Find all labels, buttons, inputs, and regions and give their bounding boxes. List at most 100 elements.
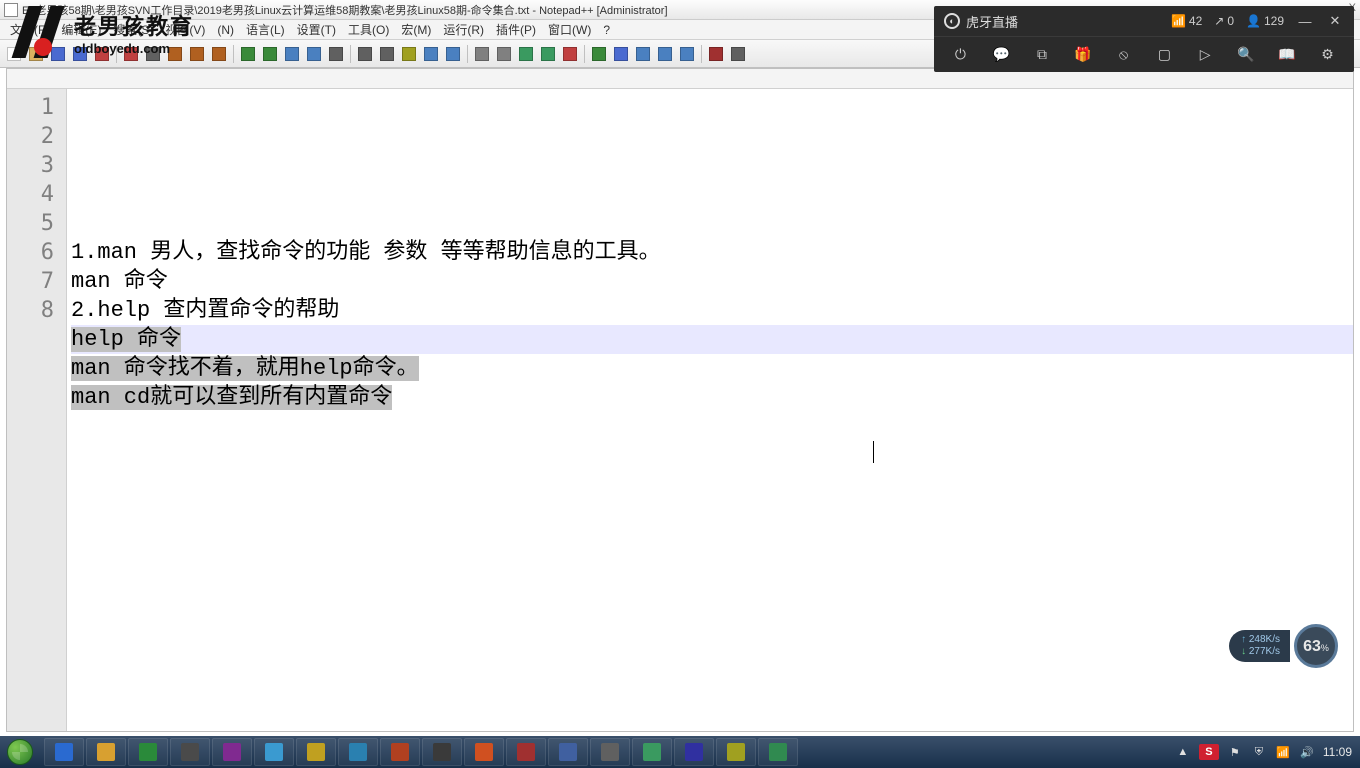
replace-icon[interactable] [304,44,324,64]
zoom-out-icon[interactable] [355,44,375,64]
menu-language[interactable]: 语言(L) [240,19,291,40]
taskbar-app-4[interactable] [212,738,252,766]
taskbar-app-10[interactable] [464,738,504,766]
taskbar-app-2[interactable] [128,738,168,766]
power-icon[interactable]: ⏻ [949,44,971,66]
screen-icon[interactable]: ⧉ [1031,44,1053,66]
menu-search[interactable]: 搜索(S) [107,19,159,40]
close-icon[interactable] [92,44,112,64]
code-line[interactable] [71,180,1353,209]
uncomment-icon[interactable] [538,44,558,64]
play-icon[interactable]: ▷ [1194,44,1216,66]
tray-shield-icon[interactable]: ⛨ [1251,744,1267,760]
code-line[interactable]: 2.help 查内置命令的帮助 [71,296,1353,325]
paste-icon[interactable] [209,44,229,64]
code-line[interactable]: man 命令 [71,267,1353,296]
stream-minimize-button[interactable]: — [1296,12,1314,30]
menu-tools[interactable]: 工具(O) [342,19,395,40]
taskbar-app-6[interactable] [296,738,336,766]
sogou-ime-icon[interactable]: S [1199,744,1219,760]
menu-encoding[interactable]: (N) [211,21,240,39]
taskbar-app-16[interactable] [716,738,756,766]
taskbar-app-8[interactable] [380,738,420,766]
menu-plugins[interactable]: 插件(P) [490,19,542,40]
stream-stats: 📶 42 ↗ 0 👤 129 — ✕ [1171,12,1344,30]
menu-edit[interactable]: 编辑(E) [55,19,107,40]
window-icon[interactable]: ▢ [1153,44,1175,66]
outdent-icon[interactable] [443,44,463,64]
bookmark-icon[interactable] [633,44,653,64]
taskbar-app-9[interactable] [422,738,462,766]
play-macro-icon[interactable] [589,44,609,64]
show-all-icon[interactable] [399,44,419,64]
settings-icon[interactable]: ⚙ [1317,44,1339,66]
save-icon[interactable] [48,44,68,64]
redo-icon[interactable] [260,44,280,64]
taskbar-app-0[interactable] [44,738,84,766]
taskbar-clock[interactable]: 11:09 [1323,745,1352,759]
menu-window[interactable]: 窗口(W) [542,19,597,40]
next-bm-icon[interactable] [655,44,675,64]
stat-signal: 📶 42 [1171,14,1202,28]
save-all-icon[interactable] [70,44,90,64]
stream-close-button[interactable]: ✕ [1326,12,1344,30]
line-number: 8 [7,296,54,325]
chat-icon[interactable]: 💬 [990,44,1012,66]
tray-network-icon[interactable]: 📶 [1275,744,1291,760]
tray-flag-icon[interactable]: ⚑ [1227,744,1243,760]
menu-run[interactable]: 运行(R) [437,19,490,40]
zoom-in-icon[interactable] [326,44,346,64]
comment-icon[interactable] [516,44,536,64]
unfold-icon[interactable] [494,44,514,64]
text-editor[interactable]: 12345678 1.man 男人，查找命令的功能 参数 等等帮助信息的工具。m… [7,89,1353,731]
taskbar-app-1[interactable] [86,738,126,766]
taskbar-app-14[interactable] [632,738,672,766]
code-line[interactable]: man 命令找不着，就用help命令。 [71,354,1353,383]
cut-icon[interactable] [165,44,185,64]
code-line[interactable]: man cd就可以查到所有内置命令 [71,383,1353,412]
print-icon[interactable] [143,44,163,64]
network-speed-widget[interactable]: 248K/s 277K/s 63% [1229,624,1338,668]
code-line[interactable]: 1.man 男人，查找命令的功能 参数 等等帮助信息的工具。 [71,238,1353,267]
spell-icon[interactable] [706,44,726,64]
doc-map-icon[interactable] [728,44,748,64]
editor-tabs-bar[interactable] [7,69,1353,89]
taskbar-app-11[interactable] [506,738,546,766]
code-line[interactable]: help 命令 [71,325,1353,354]
prev-bm-icon[interactable] [677,44,697,64]
fold-icon[interactable] [472,44,492,64]
code-area[interactable]: 1.man 男人，查找命令的功能 参数 等等帮助信息的工具。man 命令2.he… [67,89,1353,731]
new-file-icon[interactable] [4,44,24,64]
tray-volume-icon[interactable]: 🔊 [1299,744,1315,760]
line-number: 5 [7,209,54,238]
indent-icon[interactable] [421,44,441,64]
code-line[interactable] [71,209,1353,238]
menu-file[interactable]: 文件(F) [4,19,55,40]
find-icon[interactable] [282,44,302,64]
open-icon[interactable] [26,44,46,64]
menu-help[interactable]: ? [597,21,616,39]
wrap-icon[interactable] [377,44,397,64]
start-button[interactable] [0,736,40,768]
gift-icon[interactable]: 🎁 [1072,44,1094,66]
taskbar-app-7[interactable] [338,738,378,766]
menu-settings[interactable]: 设置(T) [291,19,342,40]
record-icon[interactable] [560,44,580,64]
close-all-icon[interactable] [121,44,141,64]
search-icon[interactable]: 🔍 [1235,44,1257,66]
taskbar-app-17[interactable] [758,738,798,766]
copy-icon[interactable] [187,44,207,64]
taskbar-app-12[interactable] [548,738,588,766]
tray-chevron-up-icon[interactable]: ▲ [1175,744,1191,760]
undo-icon[interactable] [238,44,258,64]
nosignal-icon[interactable]: ⦸ [1113,44,1135,66]
book-icon[interactable]: 📖 [1276,44,1298,66]
taskbar-app-13[interactable] [590,738,630,766]
taskbar-app-15[interactable] [674,738,714,766]
menu-macro[interactable]: 宏(M) [395,19,437,40]
print-icon [146,47,160,61]
taskbar-app-3[interactable] [170,738,210,766]
run-icon[interactable] [611,44,631,64]
taskbar-app-5[interactable] [254,738,294,766]
menu-view[interactable]: 视图(V) [159,19,211,40]
